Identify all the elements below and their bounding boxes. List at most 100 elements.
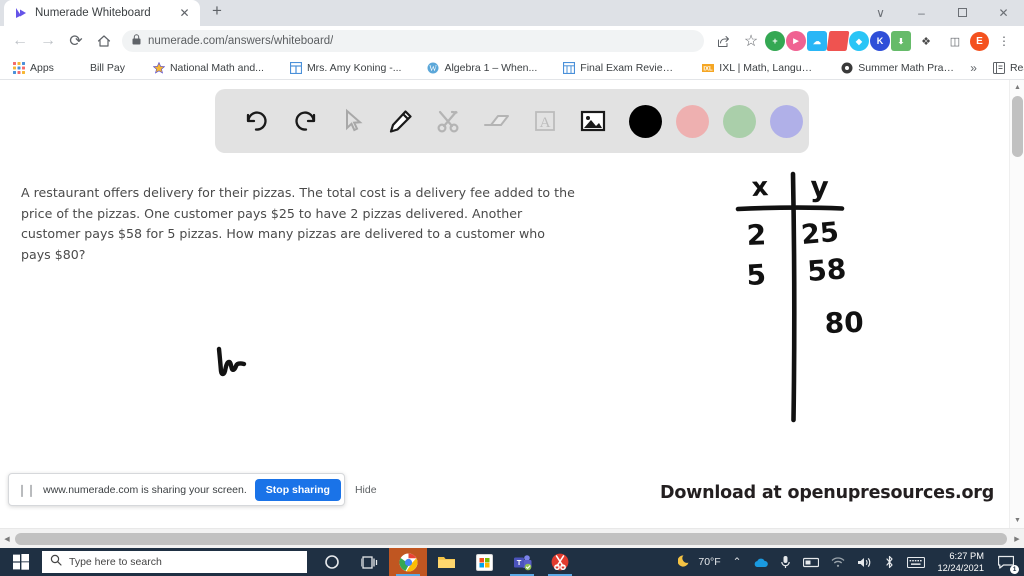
bookmark-label: Final Exam Review -... (580, 61, 677, 74)
close-button[interactable]: ✕ (983, 0, 1024, 26)
home-icon[interactable] (90, 27, 118, 55)
extension-green-save-icon[interactable]: ⬇ (891, 31, 911, 51)
cast-icon[interactable]: ◫ (941, 27, 969, 55)
forward-icon[interactable]: → (34, 27, 62, 55)
color-green-swatch[interactable] (723, 104, 756, 138)
svg-text:IXL: IXL (704, 66, 714, 72)
minimize-button[interactable]: – (901, 0, 942, 26)
extension-orange-tag-icon[interactable] (826, 31, 850, 51)
bluetooth-icon[interactable] (878, 548, 901, 576)
back-icon[interactable]: ← (6, 27, 34, 55)
color-pink-swatch[interactable] (676, 104, 709, 138)
windows-taskbar: Type here to search T 70°F ⌃ 6:27 PM 12/… (0, 548, 1024, 576)
task-view-icon[interactable] (351, 548, 389, 576)
bookmark-item-ixl[interactable]: IXL IXL | Math, Languag... (695, 60, 822, 76)
horizontal-scrollbar-thumb[interactable] (15, 533, 1007, 545)
cursor-select-icon[interactable] (329, 97, 377, 145)
bookmark-item-summer-math[interactable]: Summer Math Pract... (834, 60, 961, 76)
screen-share-icon[interactable] (797, 548, 825, 576)
tab-search-chevron-down-icon[interactable]: ∨ (860, 0, 901, 26)
chrome-icon[interactable] (389, 548, 427, 576)
extension-kami-icon[interactable]: K (870, 31, 890, 51)
undo-icon[interactable] (233, 97, 281, 145)
bookmark-label: Mrs. Amy Koning -... (306, 61, 402, 74)
scroll-right-icon[interactable]: ▶ (1010, 529, 1024, 548)
scroll-down-icon[interactable]: ▼ (1010, 513, 1024, 528)
bookmark-item-mrs-amy-koning[interactable]: Mrs. Amy Koning -... (283, 60, 409, 76)
bookmark-label: Summer Math Pract... (858, 61, 955, 74)
star-icon (152, 61, 166, 74)
pencil-icon[interactable] (377, 97, 425, 145)
keyboard-icon[interactable] (901, 548, 931, 576)
taskbar-search-placeholder: Type here to search (69, 556, 162, 568)
vertical-scrollbar[interactable]: ▲ ▼ (1009, 80, 1024, 528)
profile-avatar[interactable]: E (970, 31, 989, 51)
bookmark-label: National Math and... (169, 61, 264, 74)
vertical-scrollbar-thumb[interactable] (1012, 96, 1023, 157)
taskbar-search-input[interactable]: Type here to search (42, 551, 307, 573)
start-button[interactable] (0, 548, 42, 576)
handwritten-squiggle-mark (214, 345, 254, 386)
weather-widget[interactable]: 70°F (672, 548, 726, 576)
cortana-icon[interactable] (313, 548, 351, 576)
stop-sharing-button[interactable]: Stop sharing (254, 478, 341, 501)
image-icon[interactable] (569, 97, 617, 145)
window-controls: ∨ – ✕ (860, 0, 1024, 26)
question-text: A restaurant offers delivery for their p… (21, 185, 575, 262)
reload-icon[interactable]: ⟳ (62, 27, 90, 55)
chrome-menu-icon[interactable]: ⋮ (990, 27, 1018, 55)
drag-grip-icon[interactable]: ❙❙ (17, 483, 36, 497)
new-tab-button[interactable]: + (204, 0, 230, 26)
color-black-swatch[interactable] (629, 104, 662, 138)
bookmark-item-algebra-1[interactable]: W Algebra 1 – When... (420, 60, 544, 76)
onedrive-icon[interactable] (747, 548, 774, 576)
shapes-tools-icon[interactable] (425, 97, 473, 145)
bookmark-item-bill-pay[interactable]: Bill Pay (83, 60, 132, 76)
horizontal-scrollbar[interactable]: ◀ ▶ (0, 528, 1024, 548)
show-hidden-icons[interactable]: ⌃ (727, 548, 748, 576)
bookmarks-overflow-icon[interactable]: » (961, 61, 986, 75)
svg-text:25: 25 (800, 217, 840, 251)
taskbar-clock[interactable]: 6:27 PM 12/24/2021 (931, 550, 992, 574)
address-bar[interactable]: numerade.com/answers/whiteboard/ (122, 30, 704, 52)
wordpress-icon: W (427, 62, 439, 74)
extension-blue-cloud-icon[interactable]: ☁ (807, 31, 827, 51)
eraser-icon[interactable] (473, 97, 521, 145)
redo-icon[interactable] (281, 97, 329, 145)
whiteboard-page: A A restaurant offers delivery for their… (0, 80, 1024, 528)
hide-button[interactable]: Hide (349, 484, 383, 496)
bookmark-star-icon[interactable]: ☆ (737, 27, 765, 55)
microphone-icon[interactable] (774, 548, 797, 576)
browser-tab-strip: Numerade Whiteboard ✕ + ∨ – ✕ (0, 0, 1024, 26)
notification-icon[interactable]: 1 (992, 548, 1020, 576)
color-purple-swatch[interactable] (770, 104, 803, 138)
microsoft-store-icon[interactable] (465, 548, 503, 576)
bookmark-label: Apps (30, 61, 54, 74)
extension-cyan-diamond-icon[interactable]: ◆ (849, 31, 869, 51)
bookmark-apps[interactable]: Apps (6, 60, 61, 76)
svg-text:x: x (751, 172, 770, 203)
scroll-left-icon[interactable]: ◀ (0, 529, 14, 548)
wifi-icon[interactable] (825, 548, 851, 576)
svg-text:A: A (540, 115, 551, 131)
bookmark-item-final-exam-review[interactable]: Final Exam Review -... (556, 60, 683, 76)
reading-list-button[interactable]: Reading list (986, 60, 1024, 76)
volume-icon[interactable] (851, 548, 878, 576)
browser-tab[interactable]: Numerade Whiteboard ✕ (4, 0, 200, 26)
share-icon[interactable] (709, 27, 737, 55)
screen-share-notification: ❙❙ www.numerade.com is sharing your scre… (8, 473, 377, 506)
extensions-row: + ▶ ☁ ◆ K ⬇ ❖ ◫ E ⋮ (765, 27, 1018, 55)
extensions-puzzle-icon[interactable]: ❖ (912, 27, 940, 55)
extension-green-plus-icon[interactable]: + (765, 31, 785, 51)
maximize-button[interactable] (942, 0, 983, 26)
microsoft-teams-icon[interactable]: T (503, 548, 541, 576)
snip-sketch-icon[interactable] (541, 548, 579, 576)
extension-pink-play-icon[interactable]: ▶ (786, 31, 806, 51)
numerade-play-icon (14, 6, 28, 20)
bookmark-item-national-math[interactable]: National Math and... (146, 60, 271, 76)
svg-text:y: y (810, 170, 829, 204)
file-explorer-icon[interactable] (427, 548, 465, 576)
scroll-up-icon[interactable]: ▲ (1010, 80, 1024, 95)
close-icon[interactable]: ✕ (177, 6, 192, 21)
text-icon[interactable]: A (521, 97, 569, 145)
